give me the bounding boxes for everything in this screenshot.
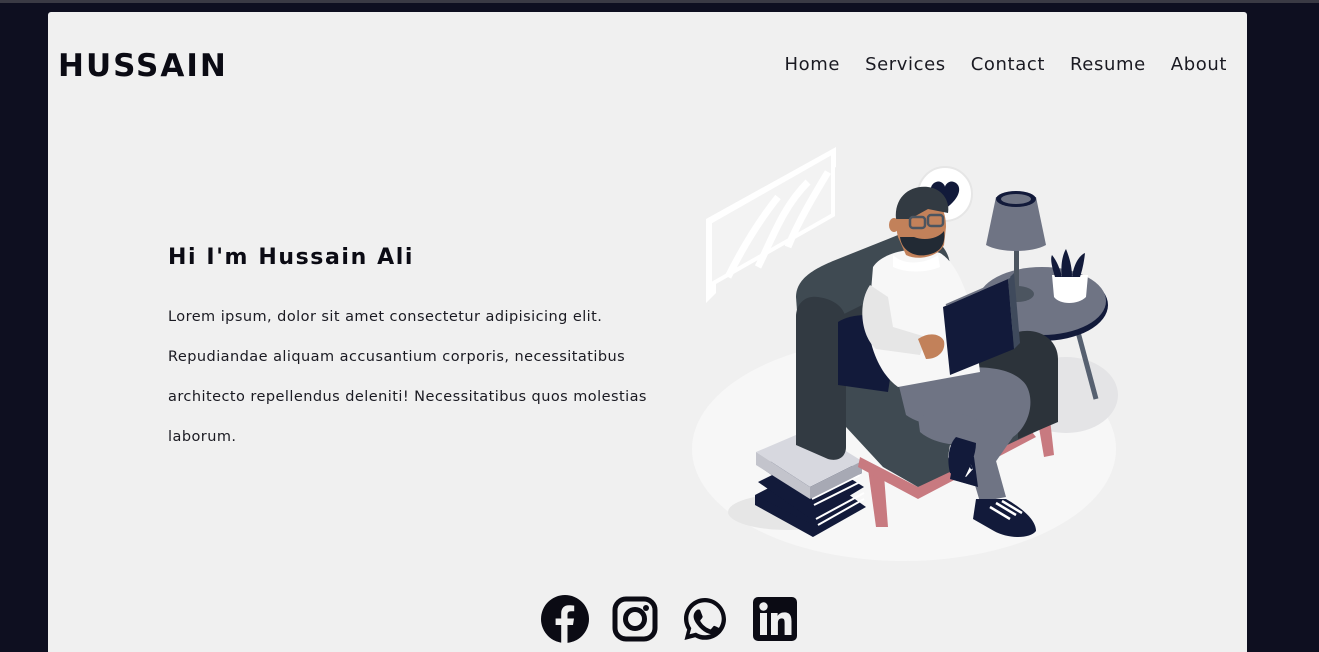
hero-description-line-2: Repudiandae aliquam accusantium corporis… (168, 349, 626, 365)
linkedin-icon (753, 597, 797, 641)
nav-home-link[interactable]: Home (785, 52, 841, 78)
nav-resume-link[interactable]: Resume (1070, 52, 1146, 78)
hero-description-line-4: laborum. (168, 429, 237, 445)
hero-title: Hi I'm Hussain Ali (168, 245, 414, 270)
instagram-link[interactable] (610, 594, 660, 644)
nav-contact-link[interactable]: Contact (971, 52, 1045, 78)
linkedin-link[interactable] (750, 594, 800, 644)
brand-logo[interactable]: HUSSAIN (58, 46, 228, 86)
whatsapp-link[interactable] (680, 594, 730, 644)
nav-services-link[interactable]: Services (865, 52, 946, 78)
reading-man-illustration (692, 147, 1118, 561)
hero-description: Lorem ipsum, dolor sit amet consectetur … (168, 297, 678, 457)
nav-about-link[interactable]: About (1171, 52, 1227, 78)
main-nav: Home Services Contact Resume About (785, 52, 1228, 78)
hero-description-line-3: architecto repellendus deleniti! Necessi… (168, 389, 647, 405)
hero-description-line-1: Lorem ipsum, dolor sit amet consectetur … (168, 309, 603, 325)
facebook-icon (541, 595, 589, 643)
plant-pot (1051, 249, 1088, 303)
browser-top-edge (0, 0, 1319, 3)
page-card: HUSSAIN Home Services Contact Resume Abo… (48, 12, 1247, 652)
social-links (540, 594, 800, 644)
instagram-icon (612, 596, 658, 642)
facebook-link[interactable] (540, 594, 590, 644)
whatsapp-icon (684, 598, 726, 640)
